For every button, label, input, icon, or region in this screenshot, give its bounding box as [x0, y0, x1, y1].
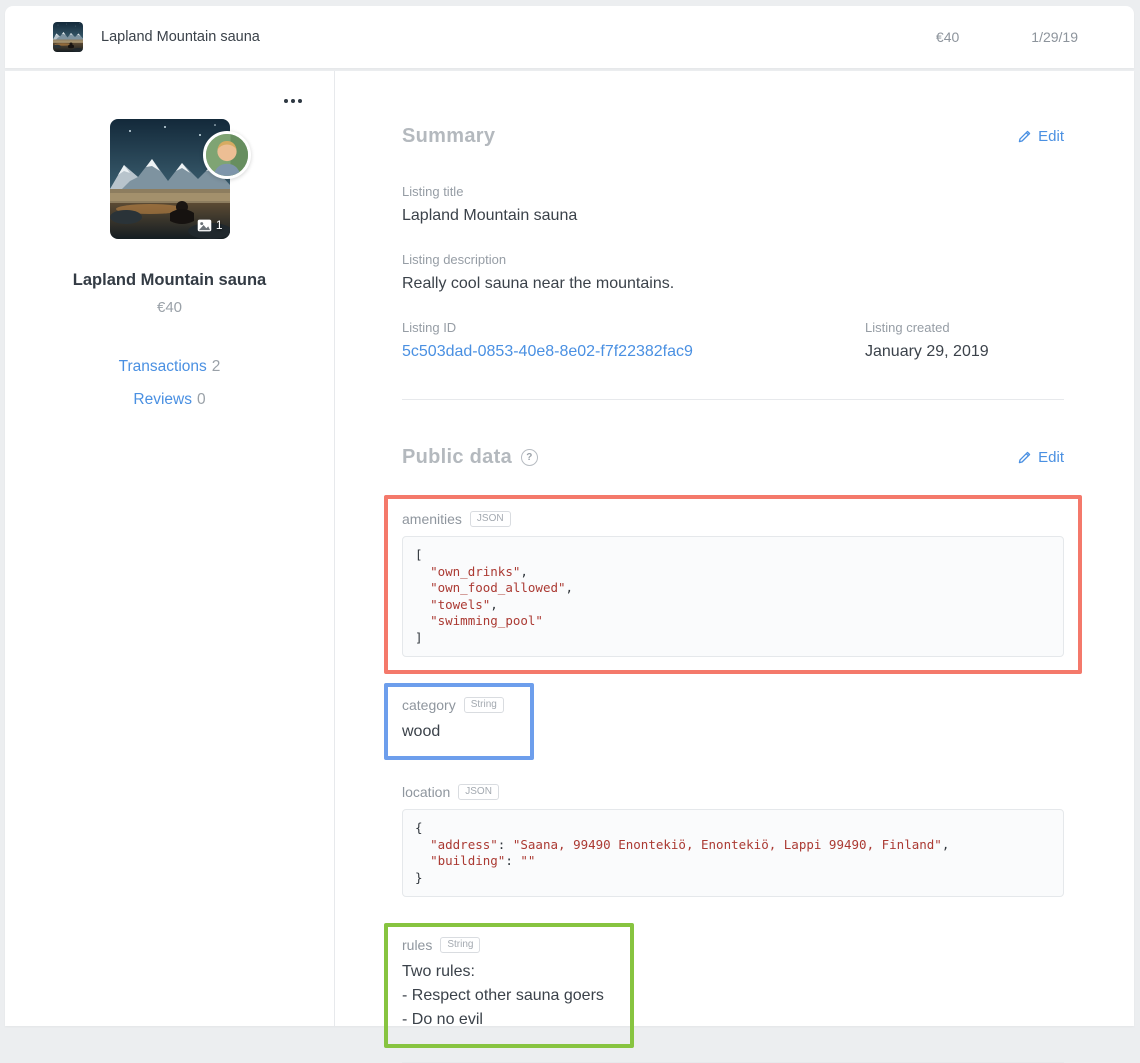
- summary-section: Summary Edit Listing title Lapland Mount…: [402, 71, 1064, 400]
- location-type-badge: JSON: [458, 784, 499, 800]
- location-label: location: [402, 784, 450, 800]
- listing-photo-wrap: 1: [110, 119, 230, 239]
- category-field: category String wood: [384, 683, 534, 760]
- listing-title-field: Listing title Lapland Mountain sauna: [402, 184, 1064, 225]
- content-panel: 1 Lapland Mountain sauna €40 Transaction…: [5, 71, 1134, 1026]
- provider-avatar[interactable]: [203, 131, 251, 179]
- transactions-link[interactable]: Transactions: [119, 358, 207, 375]
- sidebar-listing-price: €40: [5, 299, 334, 316]
- amenities-type-badge: JSON: [470, 511, 511, 527]
- summary-edit-button[interactable]: Edit: [1017, 128, 1064, 145]
- photo-icon: [197, 219, 212, 232]
- listing-detail-main: Summary Edit Listing title Lapland Mount…: [335, 71, 1134, 1026]
- listing-title-label: Listing title: [402, 184, 1064, 199]
- top-bar: Lapland Mountain sauna €40 1/29/19: [5, 6, 1134, 68]
- listing-description-value: Really cool sauna near the mountains.: [402, 275, 1064, 293]
- amenities-code-box: [ "own_drinks", "own_food_allowed", "tow…: [402, 536, 1064, 657]
- public-data-heading: Public data ?: [402, 446, 538, 469]
- category-value: wood: [402, 720, 504, 744]
- rules-type-badge: String: [440, 937, 480, 953]
- photo-count-badge: 1: [197, 218, 223, 232]
- listing-description-label: Listing description: [402, 252, 1064, 267]
- pencil-icon: [1017, 129, 1032, 144]
- category-label: category: [402, 697, 456, 713]
- public-data-edit-button[interactable]: Edit: [1017, 449, 1064, 466]
- location-field: location JSON { "address": "Saana, 99490…: [402, 784, 1064, 897]
- top-bar-date: 1/29/19: [1031, 29, 1078, 45]
- listing-id-link[interactable]: 5c503dad-0853-40e8-8e02-f7f22382fac9: [402, 343, 693, 360]
- pencil-icon: [1017, 450, 1032, 465]
- amenities-field: amenities JSON [ "own_drinks", "own_food…: [384, 495, 1082, 674]
- listing-title-value: Lapland Mountain sauna: [402, 207, 1064, 225]
- listing-created-field: Listing created January 29, 2019: [865, 320, 989, 361]
- category-type-badge: String: [464, 697, 504, 713]
- rules-value: Two rules: - Respect other sauna goers -…: [402, 960, 604, 1032]
- listing-id-field: Listing ID 5c503dad-0853-40e8-8e02-f7f22…: [402, 320, 865, 361]
- transactions-link-row[interactable]: Transactions 2: [5, 358, 334, 376]
- rules-field: rules String Two rules: - Respect other …: [384, 923, 634, 1048]
- reviews-link[interactable]: Reviews: [133, 391, 192, 408]
- listing-created-label: Listing created: [865, 320, 989, 335]
- amenities-label: amenities: [402, 511, 462, 527]
- reviews-link-row[interactable]: Reviews 0: [5, 391, 334, 409]
- location-code-box: { "address": "Saana, 99490 Enontekiö, En…: [402, 809, 1064, 897]
- top-bar-price: €40: [936, 29, 959, 45]
- rules-label: rules: [402, 937, 432, 953]
- sidebar-listing-title: Lapland Mountain sauna: [5, 271, 334, 290]
- public-data-section: Public data ? Edit amenities JSON [ "own…: [402, 400, 1064, 1063]
- listing-sidebar: 1 Lapland Mountain sauna €40 Transaction…: [5, 71, 335, 1026]
- listing-created-value: January 29, 2019: [865, 343, 989, 361]
- more-options-button[interactable]: [280, 95, 306, 107]
- sidebar-links: Transactions 2 Reviews 0: [5, 358, 334, 409]
- reviews-count: 0: [197, 391, 206, 408]
- summary-heading: Summary: [402, 125, 495, 148]
- transactions-count: 2: [212, 358, 221, 375]
- top-bar-listing-title: Lapland Mountain sauna: [101, 29, 260, 45]
- ellipsis-icon: [284, 99, 288, 103]
- listing-id-label: Listing ID: [402, 320, 865, 335]
- help-circle-icon[interactable]: ?: [521, 449, 538, 466]
- listing-thumbnail: [53, 22, 83, 52]
- listing-description-field: Listing description Really cool sauna ne…: [402, 252, 1064, 293]
- photo-count: 1: [216, 218, 223, 232]
